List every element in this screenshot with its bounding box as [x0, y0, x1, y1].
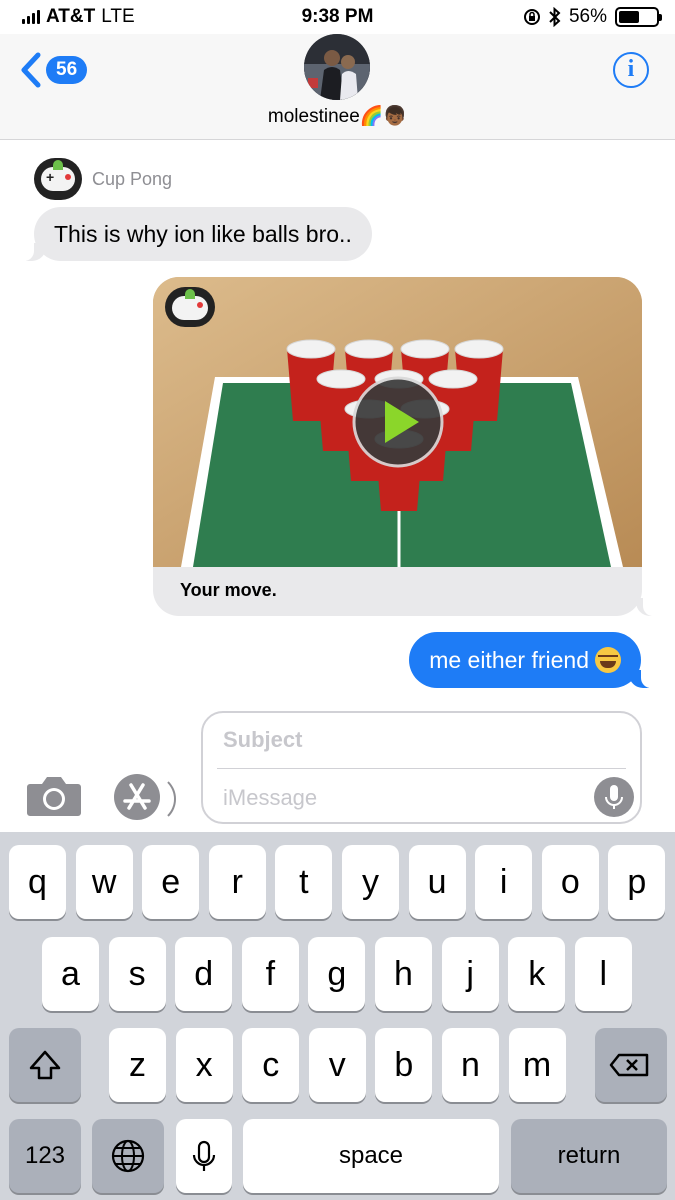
delete-key[interactable]: [595, 1028, 667, 1102]
cup-rim: [428, 369, 478, 389]
key-v[interactable]: v: [308, 1028, 366, 1102]
cup-rim: [400, 339, 450, 359]
status-bar: AT&T LTE 9:38 PM 56%: [0, 0, 675, 34]
shift-key[interactable]: [9, 1028, 81, 1102]
game-caption: Your move.: [180, 580, 277, 600]
keyboard: q w e r t y u i o p a s d f g h j k l z x c v b n m 123 space return: [0, 832, 675, 1200]
app-name: Cup Pong: [92, 168, 173, 189]
laughing-emoji-icon: [595, 647, 621, 673]
dictation-key[interactable]: [176, 1119, 232, 1193]
app-store-button[interactable]: [114, 774, 176, 824]
key-z[interactable]: z: [109, 1028, 166, 1102]
globe-icon: [111, 1139, 145, 1173]
delete-icon: [609, 1053, 649, 1077]
key-k[interactable]: k: [508, 937, 566, 1011]
key-s[interactable]: s: [108, 937, 166, 1011]
unread-count-badge: 56: [46, 56, 88, 84]
key-t[interactable]: t: [275, 845, 333, 919]
microphone-icon: [605, 785, 623, 809]
camera-icon[interactable]: [26, 774, 82, 818]
cup-rim: [454, 339, 504, 359]
battery-percent: 56%: [568, 6, 607, 27]
key-g[interactable]: g: [308, 937, 366, 1011]
subject-input[interactable]: Subject: [223, 727, 302, 753]
cup-rim: [286, 339, 336, 359]
bluetooth-icon: [549, 7, 561, 27]
key-i[interactable]: i: [475, 845, 533, 919]
key-b[interactable]: b: [375, 1028, 433, 1102]
key-u[interactable]: u: [408, 845, 466, 919]
key-e[interactable]: e: [142, 845, 200, 919]
shift-icon: [29, 1050, 61, 1080]
key-o[interactable]: o: [541, 845, 599, 919]
cup-pong-app-icon: [34, 158, 82, 200]
info-button[interactable]: i: [613, 52, 649, 88]
key-d[interactable]: d: [175, 937, 233, 1011]
return-key[interactable]: return: [511, 1119, 667, 1193]
contact-name[interactable]: molestinee🌈👦🏾: [0, 104, 675, 128]
key-q[interactable]: q: [9, 845, 66, 919]
key-m[interactable]: m: [508, 1028, 566, 1102]
outgoing-text: me either friend: [429, 647, 589, 673]
key-n[interactable]: n: [442, 1028, 499, 1102]
key-f[interactable]: f: [241, 937, 299, 1011]
globe-key[interactable]: [92, 1119, 164, 1193]
message-input[interactable]: iMessage: [223, 785, 317, 811]
back-button[interactable]: 56: [20, 52, 88, 88]
key-l[interactable]: l: [574, 937, 632, 1011]
outgoing-message[interactable]: me either friend: [409, 632, 653, 688]
compose-field[interactable]: Subject iMessage: [201, 711, 642, 824]
key-w[interactable]: w: [75, 845, 133, 919]
key-a[interactable]: a: [42, 937, 99, 1011]
numbers-key[interactable]: 123: [9, 1119, 81, 1193]
game-message-card[interactable]: Your move.: [153, 277, 642, 616]
contact-avatar[interactable]: [304, 34, 370, 100]
key-h[interactable]: h: [375, 937, 432, 1011]
cup-rim: [344, 339, 394, 359]
cup-pong-preview-image: [153, 277, 642, 567]
compose-divider: [217, 768, 626, 769]
cup-rim: [316, 369, 366, 389]
app-attribution: Cup Pong: [34, 158, 172, 200]
dictation-button[interactable]: [594, 777, 634, 817]
key-x[interactable]: x: [175, 1028, 233, 1102]
space-key[interactable]: space: [243, 1119, 499, 1193]
key-y[interactable]: y: [342, 845, 399, 919]
incoming-message[interactable]: This is why ion like balls bro..: [22, 207, 372, 261]
key-j[interactable]: j: [441, 937, 499, 1011]
conversation-header: 56 molestinee🌈👦🏾 i: [0, 34, 675, 140]
chevron-left-icon: [21, 52, 41, 88]
key-c[interactable]: c: [242, 1028, 300, 1102]
cup-pong-badge-icon: [165, 287, 215, 327]
microphone-icon: [192, 1140, 216, 1171]
rotation-lock-icon: [523, 9, 540, 25]
key-p[interactable]: p: [608, 845, 666, 919]
battery-icon: [615, 7, 662, 27]
app-store-icon: [123, 783, 151, 810]
key-r[interactable]: r: [208, 845, 266, 919]
